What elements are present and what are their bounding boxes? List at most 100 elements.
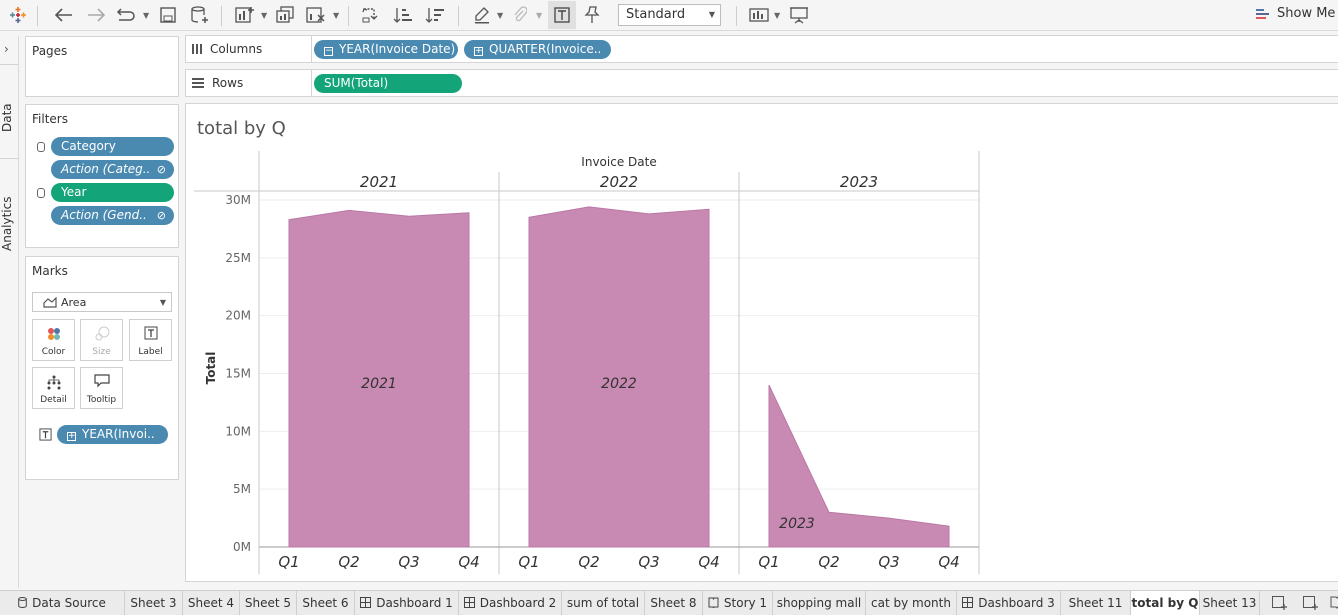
pin-axes-icon[interactable] (582, 3, 602, 27)
expand-plus-icon: + (67, 431, 76, 441)
view-size-dropdown[interactable]: Standard ▼ (618, 4, 721, 26)
sort-ascending-icon[interactable] (392, 3, 414, 27)
highlight-icon[interactable] (472, 3, 492, 27)
tab-story-1[interactable]: Story 1 (703, 591, 773, 615)
filter-pill-year[interactable]: Year (51, 183, 174, 202)
column-pill-quarter[interactable]: + QUARTER(Invoice.. (464, 40, 611, 59)
detail-label: Detail (40, 395, 67, 405)
expand-pane-icon[interactable]: › (4, 42, 9, 56)
tab-dashboard-3[interactable]: Dashboard 3 (957, 591, 1061, 615)
new-story-tab-icon[interactable] (1330, 596, 1338, 610)
tab-total-by-q[interactable]: total by Q (1131, 591, 1200, 615)
size-button[interactable]: Size (80, 319, 123, 361)
redo-icon[interactable] (85, 3, 107, 27)
toolbar: ▼ ▼ ▼ ▼ ▼ Standard ▼ ▼ Show Me (0, 0, 1338, 31)
group-members-icon[interactable] (511, 3, 529, 27)
filter-pill-action-gender[interactable]: Action (Gend.. ⊘ (51, 206, 174, 225)
link-icon: ⊘ (156, 209, 166, 222)
filter-pill-category[interactable]: Category (51, 137, 174, 156)
new-worksheet-icon[interactable] (233, 3, 257, 27)
tab-shopping-mall[interactable]: shopping mall (773, 591, 866, 615)
sheet-tabs-bar: Data Source Sheet 3 Sheet 4 Sheet 5 Sheet 6 D… (0, 590, 1338, 615)
columns-label-text: Columns (210, 42, 263, 56)
redo-arrow-icon[interactable] (115, 3, 137, 27)
detail-button[interactable]: Detail (32, 367, 75, 409)
new-dashboard-tab-icon[interactable] (1303, 596, 1319, 610)
presentation-mode-icon[interactable] (788, 3, 810, 27)
tab-data-source[interactable]: Data Source (0, 591, 125, 615)
rows-shelf[interactable]: Rows SUM(Total) (185, 69, 1338, 97)
x-tick-label: Q1 (278, 553, 299, 571)
clear-dropdown-icon[interactable]: ▼ (333, 11, 339, 20)
columns-shelf[interactable]: Columns − YEAR(Invoice Date) + QUARTER(Inv… (185, 35, 1338, 63)
tab-sheet-5[interactable]: Sheet 5 (240, 591, 297, 615)
duplicate-icon[interactable] (274, 3, 296, 27)
color-icon (33, 326, 74, 342)
filters-card[interactable]: Filters Category Action (Categ.. ⊘ Year … (25, 104, 179, 248)
tab-sheet-13[interactable]: Sheet 13 (1200, 591, 1260, 615)
tab-cat-by-month[interactable]: cat by month (866, 591, 957, 615)
pane-header-2022: 2022 (600, 173, 638, 191)
tab-label: Dashboard 3 (978, 596, 1055, 610)
size-label: Size (92, 347, 111, 357)
show-me-button[interactable]: Show Me (1256, 6, 1335, 21)
tab-label: Sheet 6 (302, 596, 349, 610)
tab-sheet-6[interactable]: Sheet 6 (297, 591, 355, 615)
area-chart-icon (43, 296, 57, 311)
redo-dropdown-icon[interactable]: ▼ (143, 11, 149, 20)
tab-label: Sheet 13 (1202, 596, 1257, 610)
analytics-tab[interactable]: Analytics (0, 196, 18, 252)
y-axis-title: Total (204, 352, 218, 385)
link-icon: ⊘ (156, 163, 166, 176)
label-button[interactable]: Label (129, 319, 172, 361)
pages-card[interactable]: Pages (25, 36, 179, 97)
detail-icon (33, 374, 74, 390)
undo-icon[interactable] (53, 3, 75, 27)
marks-field-pill[interactable]: + YEAR(Invoi.. (57, 425, 168, 444)
save-icon[interactable] (158, 3, 178, 27)
x-tick-label: Q4 (698, 553, 719, 571)
label-icon (130, 326, 171, 342)
worksheet-view[interactable]: total by Q Invoice Date 0M 5M 10M 15M 20M 25M 3… (185, 103, 1338, 582)
marks-field-label: YEAR(Invoi.. (82, 427, 155, 441)
tab-dashboard-1[interactable]: Dashboard 1 (355, 591, 459, 615)
tab-label: sum of total (566, 596, 640, 610)
tab-sheet-4[interactable]: Sheet 4 (183, 591, 240, 615)
group-dropdown-icon[interactable]: ▼ (536, 11, 542, 20)
column-pill-year[interactable]: − YEAR(Invoice Date) (314, 40, 458, 59)
tab-sheet-11[interactable]: Sheet 11 (1061, 591, 1131, 615)
new-worksheet-dropdown-icon[interactable]: ▼ (261, 11, 267, 20)
tab-sheet-8[interactable]: Sheet 8 (645, 591, 703, 615)
area-chart[interactable]: Invoice Date 0M 5M 10M 15M 20M 25M 30M 2021 2021 Q… (186, 104, 1338, 582)
column-pill-label: YEAR(Invoice Date) (339, 42, 456, 56)
tab-label: Sheet 8 (650, 596, 697, 610)
new-worksheet-tab-icon[interactable] (1272, 596, 1288, 610)
dashboard-icon (463, 596, 480, 610)
show-mark-labels-icon[interactable] (548, 1, 576, 29)
tooltip-button[interactable]: Tooltip (80, 367, 123, 409)
data-tab[interactable]: Data (0, 102, 18, 134)
filter-pill-action-category[interactable]: Action (Categ.. ⊘ (51, 160, 174, 179)
rows-shelf-label: Rows (192, 76, 243, 90)
mark-type-dropdown[interactable]: Area ▼ (32, 292, 172, 312)
tab-dashboard-2[interactable]: Dashboard 2 (459, 591, 562, 615)
color-button[interactable]: Color (32, 319, 75, 361)
chevron-down-icon: ▼ (708, 10, 715, 19)
clear-sheet-icon[interactable] (305, 3, 327, 27)
show-cards-dropdown-icon[interactable]: ▼ (774, 11, 780, 20)
x-tick-label: Q2 (338, 553, 359, 571)
x-tick-label: Q3 (398, 553, 419, 571)
tab-label: Sheet 4 (187, 596, 235, 610)
row-pill-sum-total[interactable]: SUM(Total) (314, 74, 462, 93)
tableau-logo-icon[interactable] (8, 3, 28, 27)
columns-icon (192, 44, 202, 54)
show-cards-icon[interactable] (748, 3, 770, 27)
tab-sum-of-total[interactable]: sum of total (562, 591, 645, 615)
tab-sheet-3[interactable]: Sheet 3 (125, 591, 183, 615)
swap-rows-columns-icon[interactable] (360, 3, 382, 27)
highlight-dropdown-icon[interactable]: ▼ (497, 11, 503, 20)
separator (736, 6, 737, 26)
sort-descending-icon[interactable] (424, 3, 446, 27)
new-data-source-icon[interactable] (189, 3, 211, 27)
x-tick-label: Q2 (578, 553, 599, 571)
